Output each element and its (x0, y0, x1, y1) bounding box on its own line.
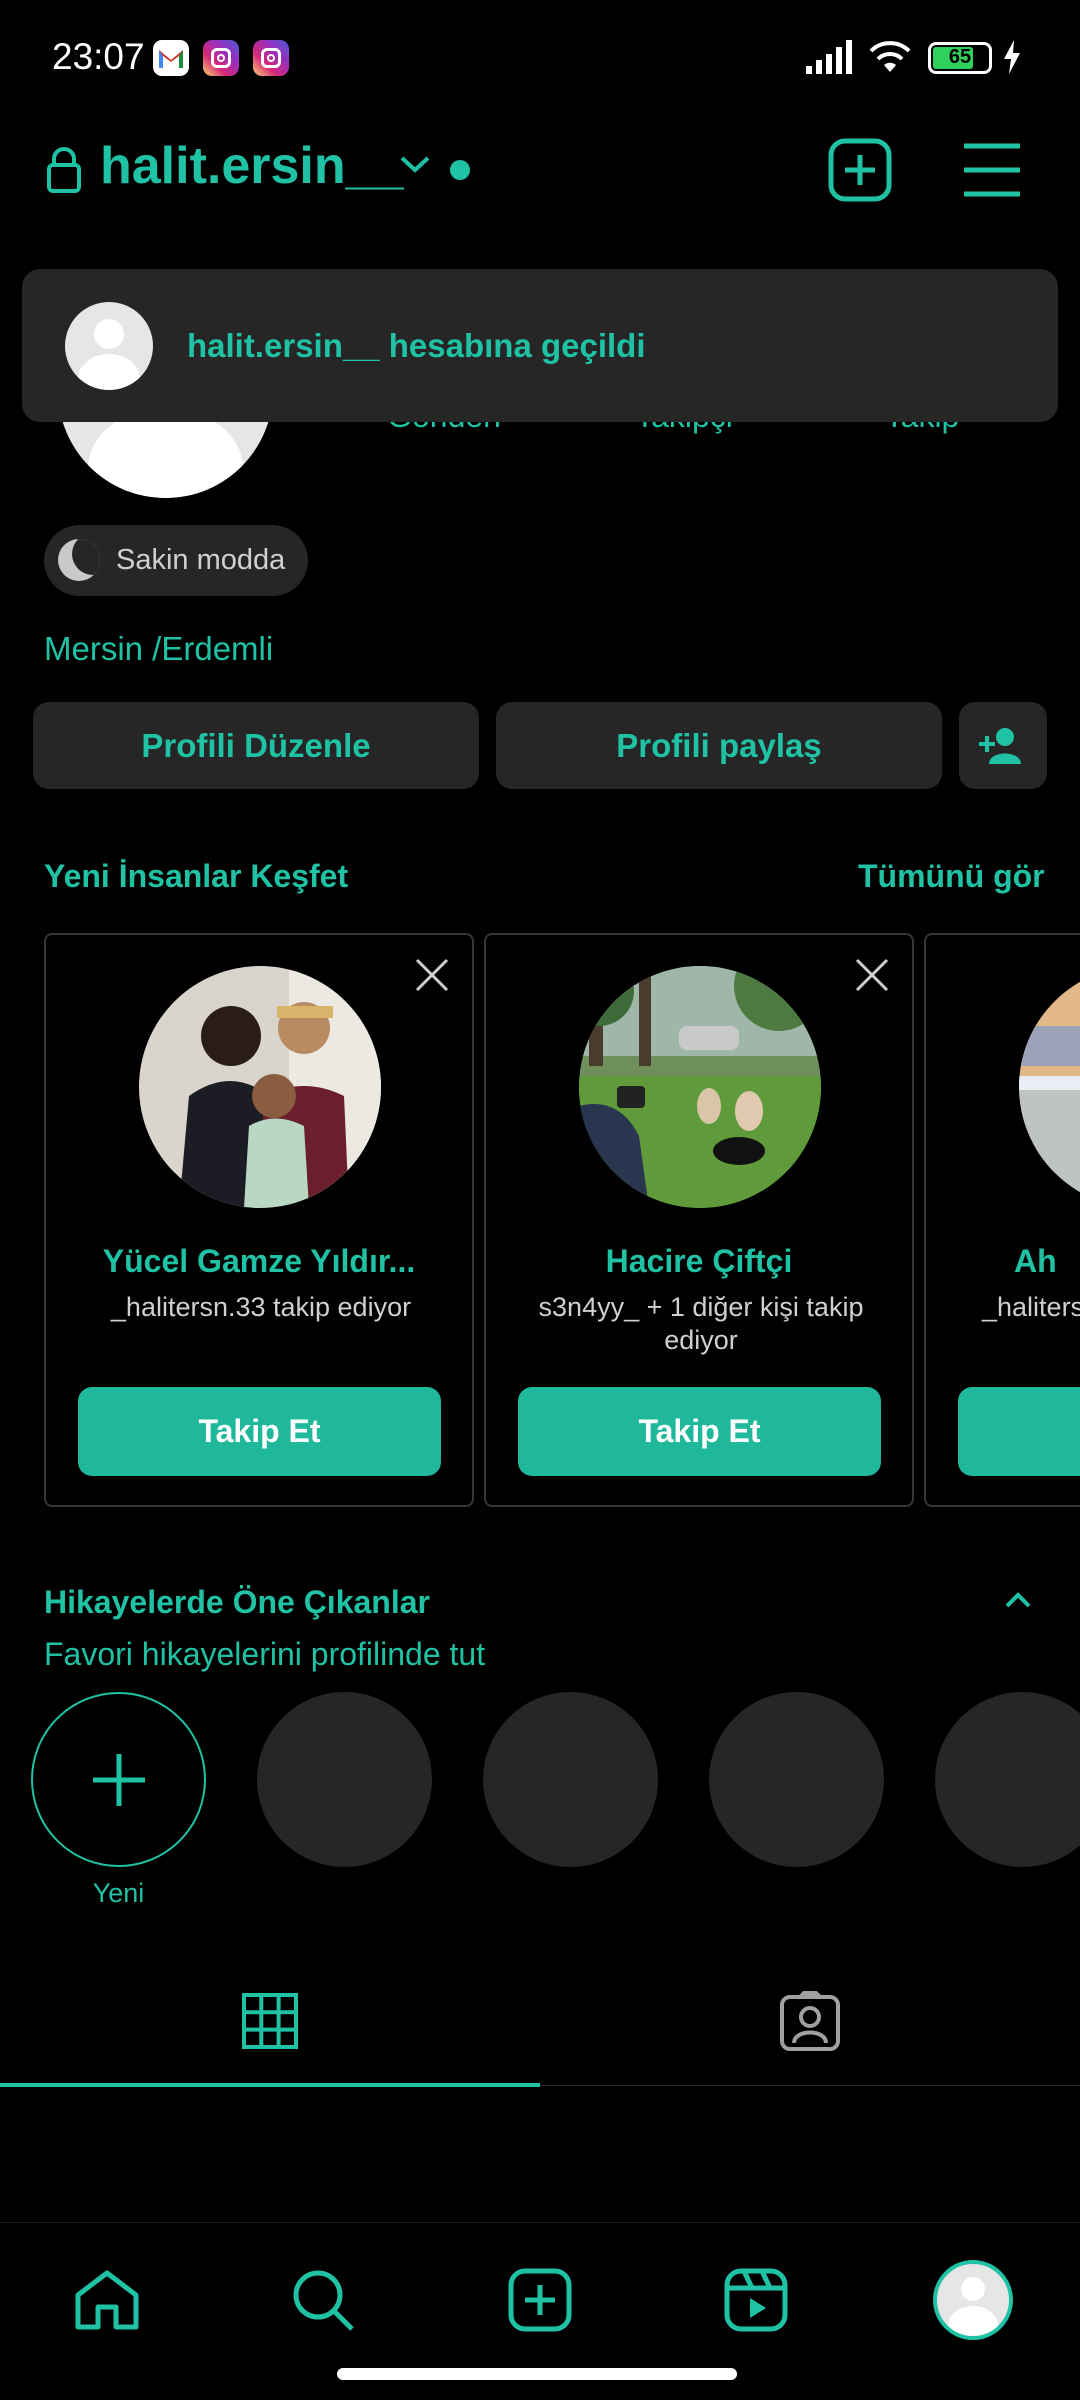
suggestion-mutual: _halitersn.33 takip ediyor (110, 1292, 412, 1322)
share-profile-button[interactable]: Profili paylaş (496, 702, 942, 789)
status-bar: 23:07 65 (0, 0, 1080, 115)
discover-people-button[interactable] (959, 702, 1047, 789)
see-all-link[interactable]: Tümünü gör (858, 858, 1045, 895)
create-post-icon[interactable] (828, 138, 892, 202)
suggestion-name[interactable]: Yücel Gamze Yıldır... (46, 1243, 472, 1280)
toast-message: halit.ersin__ hesabına geçildi (187, 327, 646, 364)
instagram-icon (253, 40, 289, 76)
battery-icon: 65 (928, 42, 992, 74)
highlights-subtitle: Favori hikayelerini profilinde tut (44, 1636, 486, 1672)
tab-tagged[interactable] (540, 1975, 1080, 2087)
quiet-mode-label: Sakin modda (116, 544, 286, 576)
nav-reels[interactable] (711, 2255, 801, 2345)
nav-create[interactable] (495, 2255, 585, 2345)
nav-search[interactable] (278, 2255, 368, 2345)
lock-icon (47, 147, 81, 193)
username-title[interactable]: halit.ersin__ (100, 136, 403, 196)
instagram-icon (203, 40, 239, 76)
suggestion-mutual: _haliters (982, 1292, 1080, 1322)
close-icon[interactable] (854, 957, 890, 993)
new-highlight-button[interactable] (31, 1692, 206, 1867)
reels-icon (724, 2268, 788, 2332)
wifi-icon (869, 41, 911, 72)
grid-icon (242, 1993, 298, 2049)
discover-title: Yeni İnsanlar Keşfet (44, 858, 349, 894)
signal-icon (806, 40, 852, 74)
close-icon[interactable] (414, 957, 450, 993)
profile-avatar-small (933, 2260, 1013, 2340)
highlight-placeholder (483, 1692, 658, 1867)
chevron-up-icon[interactable] (1003, 1590, 1033, 1610)
plus-icon (93, 1754, 145, 1806)
suggestion-card[interactable]: Hacire Çiftçi s3n4yy_ + 1 diğer kişi tak… (484, 933, 914, 1507)
moon-icon (58, 539, 100, 581)
highlights-title: Hikayelerde Öne Çıkanlar (44, 1584, 430, 1620)
suggestion-name[interactable]: Ah (1014, 1243, 1057, 1280)
edit-profile-button[interactable]: Profili Düzenle (33, 702, 479, 789)
search-icon (293, 2270, 354, 2331)
follow-button[interactable]: Takip Et (518, 1387, 881, 1476)
status-time: 23:07 (52, 36, 145, 77)
battery-level: 65 (948, 46, 972, 68)
home-indicator[interactable] (337, 2368, 737, 2380)
account-switched-toast: halit.ersin__ hesabına geçildi (22, 269, 1058, 422)
bio-location: Mersin /Erdemli (44, 630, 274, 667)
status-dot (450, 160, 470, 180)
menu-icon[interactable] (962, 142, 1022, 198)
chevron-down-icon[interactable] (398, 152, 432, 176)
create-icon (508, 2268, 572, 2332)
suggestion-photo[interactable] (1019, 966, 1080, 1208)
follow-button[interactable]: Takip Et (78, 1387, 441, 1476)
new-highlight-label: Yeni (92, 1878, 145, 1908)
add-person-icon (979, 727, 1021, 764)
charging-icon (1004, 40, 1020, 74)
highlight-placeholder (709, 1692, 884, 1867)
tagged-person-icon (780, 1991, 840, 2051)
gmail-icon (153, 40, 189, 76)
highlight-placeholder (257, 1692, 432, 1867)
suggestion-card[interactable]: Ah _haliters (924, 933, 1080, 1507)
suggestion-photo[interactable] (579, 966, 821, 1208)
suggestion-photo[interactable] (139, 966, 381, 1208)
follow-button[interactable] (958, 1387, 1080, 1476)
tab-posts-grid[interactable] (0, 1975, 540, 2087)
nav-profile[interactable] (928, 2255, 1018, 2345)
home-icon (75, 2270, 139, 2330)
suggestion-card[interactable]: Yücel Gamze Yıldır... _halitersn.33 taki… (44, 933, 474, 1507)
nav-home[interactable] (62, 2255, 152, 2345)
suggestion-mutual: s3n4yy_ + 1 diğer kişi takip ediyor (538, 1292, 864, 1355)
active-tab-indicator (0, 2083, 540, 2087)
suggestion-name[interactable]: Hacire Çiftçi (486, 1243, 912, 1280)
quiet-mode-chip[interactable]: Sakin modda (44, 525, 308, 596)
toast-avatar (65, 302, 153, 390)
highlight-placeholder (935, 1692, 1080, 1867)
